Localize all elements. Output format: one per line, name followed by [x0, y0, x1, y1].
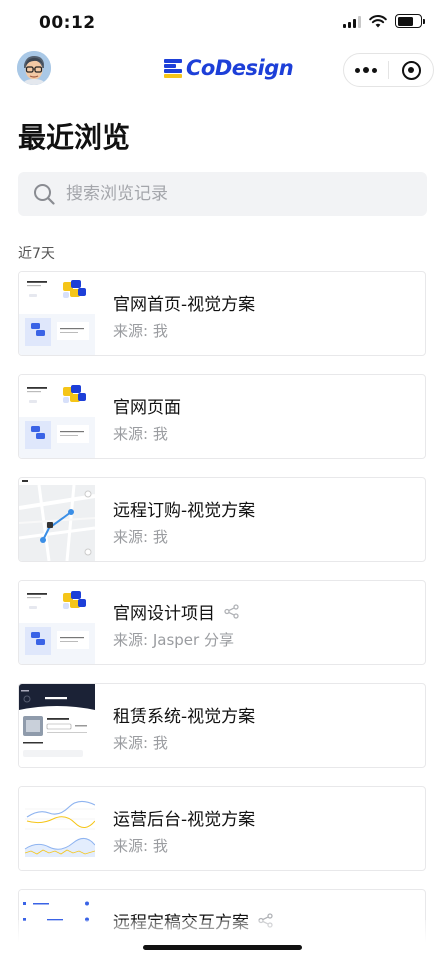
close-mini-program-button[interactable]	[389, 60, 433, 80]
search-bar[interactable]	[18, 172, 427, 216]
item-title-text: 官网首页-视觉方案	[113, 295, 256, 315]
more-dots-icon[interactable]	[344, 67, 388, 73]
logo-text: CoDesign	[186, 56, 294, 80]
item-title-text: 远程订购-视觉方案	[113, 501, 256, 521]
item-title-text: 官网设计项目	[113, 604, 215, 624]
avatar-illustration-icon	[17, 51, 51, 85]
thumbnail-map	[19, 478, 95, 561]
thumbnail-booking	[19, 684, 95, 767]
list-item[interactable]: 运营后台-视觉方案 来源: 我	[18, 786, 426, 871]
item-source: 来源: Jasper 分享	[113, 631, 234, 649]
item-source: 来源: 我	[113, 322, 168, 340]
thumbnail-chart	[19, 787, 95, 870]
app-header: CoDesign	[0, 48, 444, 92]
item-source: 来源: 我	[113, 425, 168, 443]
item-title: 官网页面	[113, 393, 181, 418]
bottom-fade	[0, 920, 444, 960]
list-item[interactable]: 官网首页-视觉方案 来源: 我	[18, 271, 426, 356]
page-title: 最近浏览	[18, 121, 131, 154]
item-source: 来源: 我	[113, 734, 168, 752]
search-input[interactable]	[66, 184, 386, 204]
wifi-icon	[369, 14, 387, 27]
section-label-recent-7-days: 近7天	[18, 246, 55, 262]
avatar[interactable]	[17, 51, 51, 85]
item-title-text: 运营后台-视觉方案	[113, 810, 256, 830]
mini-program-capsule	[343, 53, 434, 87]
list-item[interactable]: 租赁系统-视觉方案 来源: 我	[18, 683, 426, 768]
item-title: 运营后台-视觉方案	[113, 805, 255, 830]
item-source: 来源: 我	[113, 528, 168, 546]
target-close-icon	[401, 60, 421, 80]
search-icon	[34, 184, 55, 205]
item-title-text: 官网页面	[113, 398, 181, 418]
item-source: 来源: 我	[113, 837, 168, 855]
list-item[interactable]: 官网设计项目 来源: Jasper 分享	[18, 580, 426, 665]
item-title: 官网设计项目	[113, 599, 239, 624]
status-time: 00:12	[39, 13, 96, 33]
cellular-signal-icon	[343, 15, 361, 28]
thumbnail-website	[19, 272, 95, 355]
app-logo: CoDesign	[164, 56, 294, 80]
item-title-text: 租赁系统-视觉方案	[113, 707, 256, 727]
thumbnail-website	[19, 581, 95, 664]
list-item[interactable]: 官网页面 来源: 我	[18, 374, 426, 459]
home-indicator[interactable]	[143, 945, 302, 950]
item-title: 远程订购-视觉方案	[113, 496, 255, 521]
list-item[interactable]: 远程订购-视觉方案 来源: 我	[18, 477, 426, 562]
logo-mark-icon	[164, 59, 183, 78]
status-bar: 00:12	[0, 0, 444, 48]
item-title: 官网首页-视觉方案	[113, 290, 255, 315]
battery-icon	[395, 14, 425, 28]
thumbnail-website	[19, 375, 95, 458]
recent-list: 官网首页-视觉方案 来源: 我 官网页面 来源: 我 远程订购-视觉方案 来源:…	[18, 271, 426, 960]
item-title: 租赁系统-视觉方案	[113, 702, 255, 727]
share-icon	[224, 604, 239, 619]
status-icons	[343, 14, 425, 28]
